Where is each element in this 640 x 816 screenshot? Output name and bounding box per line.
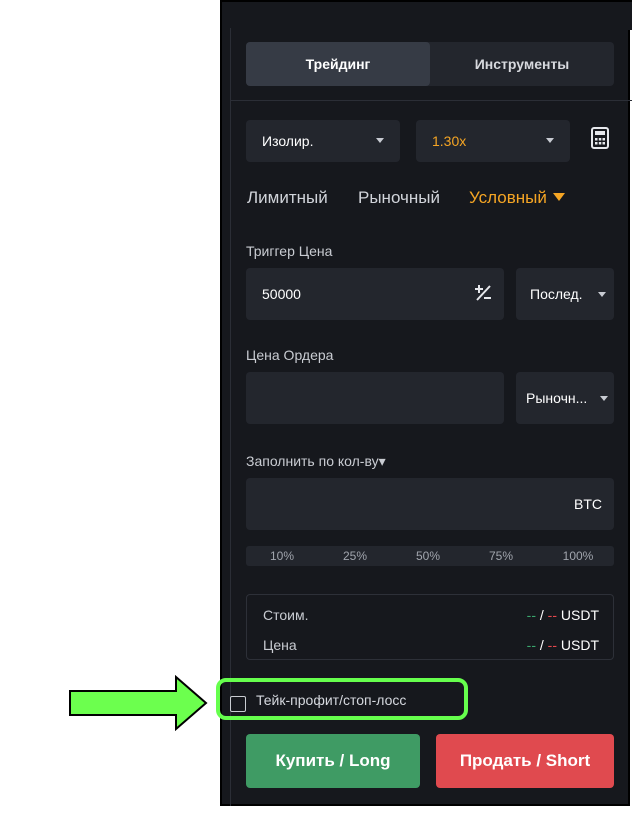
tab-instruments[interactable]: Инструменты	[430, 42, 614, 86]
summary-row-price: Цена -- / -- USDT	[263, 637, 599, 653]
cost-long-value: --	[526, 607, 536, 623]
order-summary: Стоим. -- / -- USDT Цена -- / -- USDT	[246, 594, 614, 660]
price-unit: USDT	[557, 637, 599, 653]
panel-top-strip	[222, 0, 632, 30]
summary-cost-label: Стоим.	[263, 607, 309, 623]
cost-unit: USDT	[557, 607, 599, 623]
chevron-down-icon	[600, 396, 608, 401]
cost-separator: /	[536, 607, 548, 623]
trigger-price-type-value: Послед.	[530, 286, 583, 302]
pct-100[interactable]: 100%	[558, 546, 598, 566]
quantity-input[interactable]: BTC	[246, 478, 614, 530]
margin-mode-value: Изолир.	[262, 133, 314, 149]
pct-10[interactable]: 10%	[262, 546, 302, 566]
plus-minus-icon[interactable]	[474, 284, 492, 302]
price-long-value: --	[526, 637, 536, 653]
sell-short-button[interactable]: Продать / Short	[436, 734, 614, 788]
tab-bar: Трейдинг Инструменты	[246, 42, 614, 86]
leverage-value: 1.30x	[432, 133, 467, 149]
order-type-conditional[interactable]: Условный	[469, 188, 565, 208]
summary-cost-value: -- / -- USDT	[527, 607, 599, 623]
tp-sl-label[interactable]: Тейк-профит/стоп-лосс	[256, 692, 406, 708]
pct-25[interactable]: 25%	[335, 546, 375, 566]
leverage-select[interactable]: 1.30x	[416, 120, 570, 162]
trigger-price-label: Триггер Цена	[246, 243, 333, 259]
tp-sl-highlight: Тейк-профит/стоп-лосс	[216, 678, 468, 720]
chevron-down-icon	[598, 292, 606, 297]
order-price-type-value: Рыночн...	[526, 390, 588, 406]
summary-price-value: -- / -- USDT	[527, 637, 599, 653]
fill-by-quantity-toggle[interactable]: Заполнить по кол-ву▾	[246, 453, 386, 470]
caret-down-icon	[552, 193, 565, 201]
trigger-price-input[interactable]: 50000	[246, 268, 504, 320]
percentage-slider[interactable]: 10% 25% 50% 75% 100%	[246, 546, 614, 566]
pct-50[interactable]: 50%	[408, 546, 448, 566]
trigger-price-value: 50000	[262, 286, 301, 302]
order-price-label: Цена Ордера	[246, 347, 334, 363]
price-separator: /	[536, 637, 548, 653]
annotation-arrow-icon	[69, 675, 208, 731]
tab-trading[interactable]: Трейдинг	[246, 42, 430, 86]
summary-row-cost: Стоим. -- / -- USDT	[263, 607, 599, 623]
calculator-icon[interactable]	[590, 126, 610, 150]
trading-panel: Трейдинг Инструменты Изолир. 1.30x Лимит…	[216, 0, 632, 806]
chevron-down-icon	[376, 138, 384, 143]
buy-long-button[interactable]: Купить / Long	[246, 734, 420, 788]
order-type-conditional-label: Условный	[469, 188, 547, 207]
margin-mode-select[interactable]: Изолир.	[246, 120, 400, 162]
order-type-market[interactable]: Рыночный	[358, 188, 440, 208]
order-price-type-select[interactable]: Рыночн...	[516, 372, 614, 424]
chevron-down-icon	[546, 138, 554, 143]
order-type-limit[interactable]: Лимитный	[247, 188, 328, 208]
cost-short-value: --	[547, 607, 557, 623]
summary-price-label: Цена	[263, 637, 297, 653]
price-short-value: --	[547, 637, 557, 653]
pct-75[interactable]: 75%	[481, 546, 521, 566]
tp-sl-checkbox[interactable]	[230, 696, 246, 712]
order-price-input[interactable]	[246, 372, 504, 424]
trigger-price-type-select[interactable]: Послед.	[516, 268, 614, 320]
quantity-unit: BTC	[574, 496, 602, 512]
section-divider	[230, 100, 632, 101]
